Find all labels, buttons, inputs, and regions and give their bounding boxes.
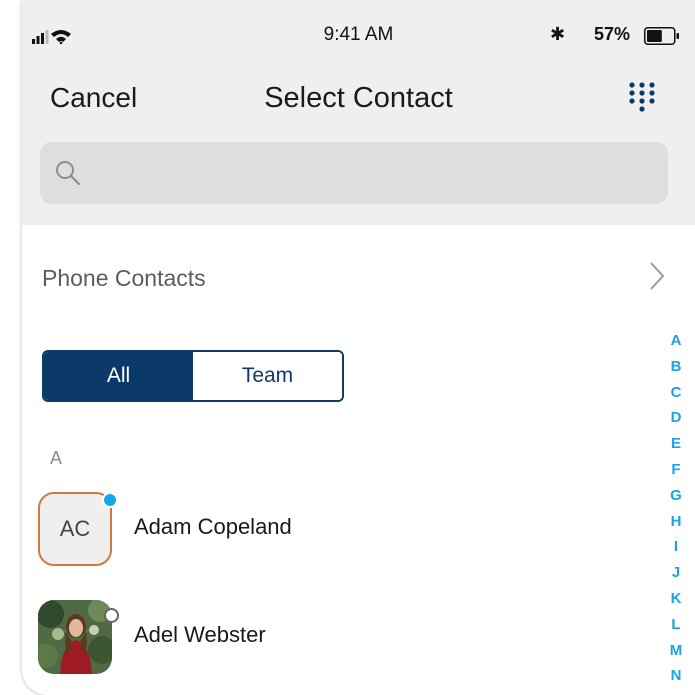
presence-offline-indicator bbox=[104, 608, 119, 623]
presence-online-indicator bbox=[102, 492, 118, 508]
index-letter-b[interactable]: B bbox=[671, 354, 682, 380]
avatar bbox=[38, 600, 112, 674]
index-letter-d[interactable]: D bbox=[671, 405, 682, 431]
tab-all[interactable]: All bbox=[44, 352, 193, 400]
bluetooth-icon: ✱ bbox=[550, 24, 566, 44]
battery-percent: 57% bbox=[594, 24, 631, 44]
index-letter-m[interactable]: M bbox=[670, 638, 683, 664]
phone-screen: 9:41 AM ✱ 57% Cancel Select Contact Phon… bbox=[22, 0, 695, 695]
alphabet-index: ABCDEFGHIJKLMNO bbox=[661, 328, 691, 695]
phone-contacts-label: Phone Contacts bbox=[42, 265, 206, 291]
index-letter-k[interactable]: K bbox=[671, 586, 682, 612]
contact-name: Adel Webster bbox=[134, 622, 266, 647]
index-letter-j[interactable]: J bbox=[672, 560, 680, 586]
status-bar: 9:41 AM ✱ 57% bbox=[22, 0, 695, 60]
index-letter-a[interactable]: A bbox=[671, 328, 682, 354]
index-letter-e[interactable]: E bbox=[671, 431, 681, 457]
index-letter-h[interactable]: H bbox=[671, 509, 682, 535]
index-letter-o[interactable]: O bbox=[670, 689, 682, 695]
avatar-photo bbox=[38, 600, 112, 674]
segmented-control: All Team bbox=[42, 350, 344, 402]
page-title: Select Contact bbox=[264, 82, 453, 114]
index-letter-f[interactable]: F bbox=[671, 457, 680, 483]
index-letter-c[interactable]: C bbox=[671, 380, 682, 406]
dialpad-icon[interactable] bbox=[626, 80, 658, 120]
nav-bar: Cancel Select Contact bbox=[22, 72, 695, 128]
battery-icon bbox=[644, 27, 679, 45]
index-letter-l[interactable]: L bbox=[671, 612, 680, 638]
contact-row[interactable]: Adel Webster bbox=[22, 592, 642, 682]
phone-contacts-row[interactable]: Phone Contacts bbox=[22, 245, 695, 311]
index-letter-n[interactable]: N bbox=[671, 663, 682, 689]
tab-team[interactable]: Team bbox=[193, 352, 342, 400]
index-letter-i[interactable]: I bbox=[674, 534, 678, 560]
chevron-right-icon bbox=[650, 262, 665, 290]
contact-row[interactable]: AC Adam Copeland bbox=[22, 484, 642, 574]
search-icon bbox=[56, 161, 81, 186]
avatar: AC bbox=[38, 492, 112, 566]
index-letter-g[interactable]: G bbox=[670, 483, 682, 509]
header: 9:41 AM ✱ 57% Cancel Select Contact bbox=[22, 0, 695, 225]
search-input[interactable] bbox=[40, 142, 668, 204]
contact-name: Adam Copeland bbox=[134, 514, 292, 539]
section-header-a: A bbox=[50, 448, 63, 468]
